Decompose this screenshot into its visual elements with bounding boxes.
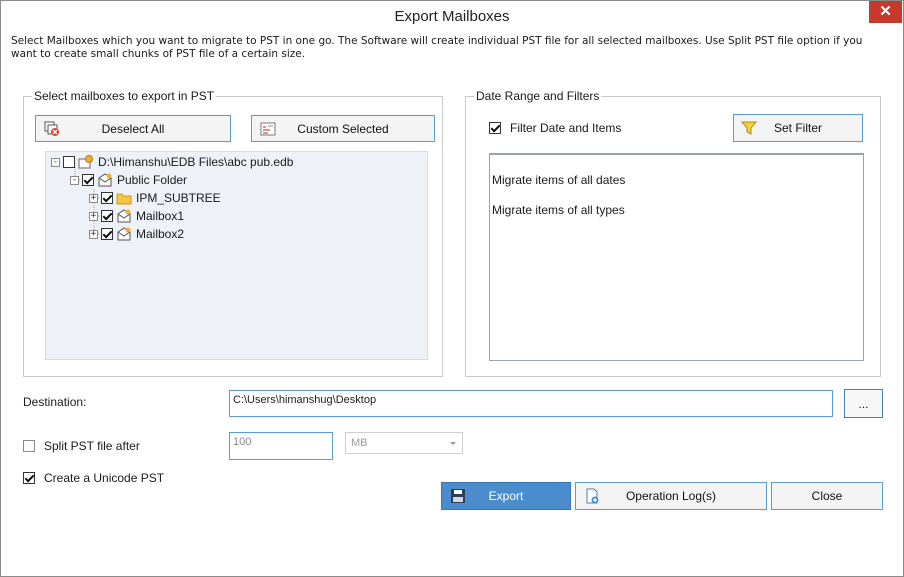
tree-node-label: Mailbox2 — [136, 227, 185, 241]
tree-node-checkbox[interactable] — [101, 192, 113, 204]
close-label: Close — [811, 489, 843, 503]
tree-node-mailbox1[interactable]: + Mailbox1 — [89, 207, 184, 225]
set-filter-label: Set Filter — [773, 121, 822, 135]
tree-expand-toggle[interactable]: + — [89, 229, 98, 239]
export-label: Export — [488, 489, 524, 503]
tree-collapse-toggle[interactable]: - — [51, 157, 60, 167]
funnel-icon — [740, 120, 758, 136]
tree-node-edb-file[interactable]: - D:\Himanshu\EDB Files\abc pub.edb — [51, 153, 293, 171]
destination-path-field[interactable]: C:\Users\himanshug\Desktop — [229, 390, 833, 417]
filter-summary-dates: Migrate items of all dates — [492, 173, 626, 187]
tree-node-checkbox[interactable] — [101, 228, 113, 240]
filter-date-items-option[interactable]: Filter Date and Items — [489, 121, 621, 135]
tree-node-label: D:\Himanshu\EDB Files\abc pub.edb — [98, 155, 294, 169]
destination-label: Destination: — [23, 395, 87, 409]
tree-node-checkbox[interactable] — [101, 210, 113, 222]
mailbox-icon — [116, 227, 132, 241]
chevron-down-icon — [450, 442, 456, 445]
mailbox-icon — [97, 173, 113, 187]
mailbox-icon — [116, 209, 132, 223]
tree-node-label: Public Folder — [117, 173, 188, 187]
folder-icon — [116, 191, 132, 205]
log-file-icon — [584, 488, 600, 504]
operation-log-button[interactable]: Operation Log(s) — [575, 482, 767, 510]
unicode-pst-label: Create a Unicode PST — [44, 471, 165, 485]
split-pst-option[interactable]: Split PST file after — [23, 439, 140, 453]
set-filter-button[interactable]: Set Filter — [733, 114, 863, 142]
mailbox-tree[interactable]: - D:\Himanshu\EDB Files\abc pub.edb - Pu… — [45, 151, 428, 360]
deselect-icon — [44, 121, 60, 137]
tree-node-checkbox[interactable] — [63, 156, 75, 168]
save-icon — [450, 488, 466, 504]
deselect-all-label: Deselect All — [101, 121, 165, 136]
custom-selected-button[interactable]: Custom Selected — [251, 115, 435, 142]
filter-summary-types: Migrate items of all types — [492, 203, 625, 217]
tree-node-label: IPM_SUBTREE — [136, 191, 221, 205]
split-pst-checkbox[interactable] — [23, 440, 35, 452]
split-pst-label: Split PST file after — [44, 439, 140, 453]
tree-node-ipm-subtree[interactable]: + IPM_SUBTREE — [89, 189, 221, 207]
operation-log-label: Operation Log(s) — [625, 489, 717, 503]
tree-collapse-toggle[interactable]: - — [70, 175, 79, 185]
close-button[interactable]: Close — [771, 482, 883, 510]
filter-date-items-label: Filter Date and Items — [510, 121, 622, 135]
filter-date-items-checkbox[interactable] — [489, 122, 501, 134]
unicode-pst-option[interactable]: Create a Unicode PST — [23, 471, 164, 485]
tree-node-mailbox2[interactable]: + Mailbox2 — [89, 225, 184, 243]
custom-selected-label: Custom Selected — [297, 121, 389, 136]
export-button[interactable]: Export — [441, 482, 571, 510]
description-text: Select Mailboxes which you want to migra… — [11, 35, 863, 60]
tree-expand-toggle[interactable]: + — [89, 211, 98, 221]
custom-select-icon — [260, 121, 276, 137]
window-title: Export Mailboxes — [394, 8, 510, 25]
mailbox-select-legend: Select mailboxes to export in PST — [32, 89, 217, 103]
browse-button[interactable]: ... — [844, 389, 883, 418]
title-bar: Export Mailboxes ✕ — [1, 1, 903, 32]
deselect-all-button[interactable]: Deselect All — [35, 115, 231, 142]
split-size-field[interactable]: 100 — [229, 432, 333, 460]
export-mailboxes-dialog: Export Mailboxes ✕ Select Mailboxes whic… — [0, 0, 904, 577]
tree-node-checkbox[interactable] — [82, 174, 94, 186]
window-close-button[interactable]: ✕ — [869, 1, 902, 23]
date-range-legend: Date Range and Filters — [474, 89, 602, 103]
unicode-pst-checkbox[interactable] — [23, 472, 35, 484]
tree-node-label: Mailbox1 — [136, 209, 185, 223]
database-icon — [78, 155, 94, 169]
filter-summary-box: Migrate items of all dates Migrate items… — [489, 153, 864, 361]
tree-expand-toggle[interactable]: + — [89, 193, 98, 203]
split-unit-value: MB — [351, 437, 368, 449]
browse-label: ... — [858, 396, 869, 411]
tree-node-public-folder[interactable]: - Public Folder — [70, 171, 187, 189]
split-unit-select[interactable]: MB — [345, 432, 463, 454]
